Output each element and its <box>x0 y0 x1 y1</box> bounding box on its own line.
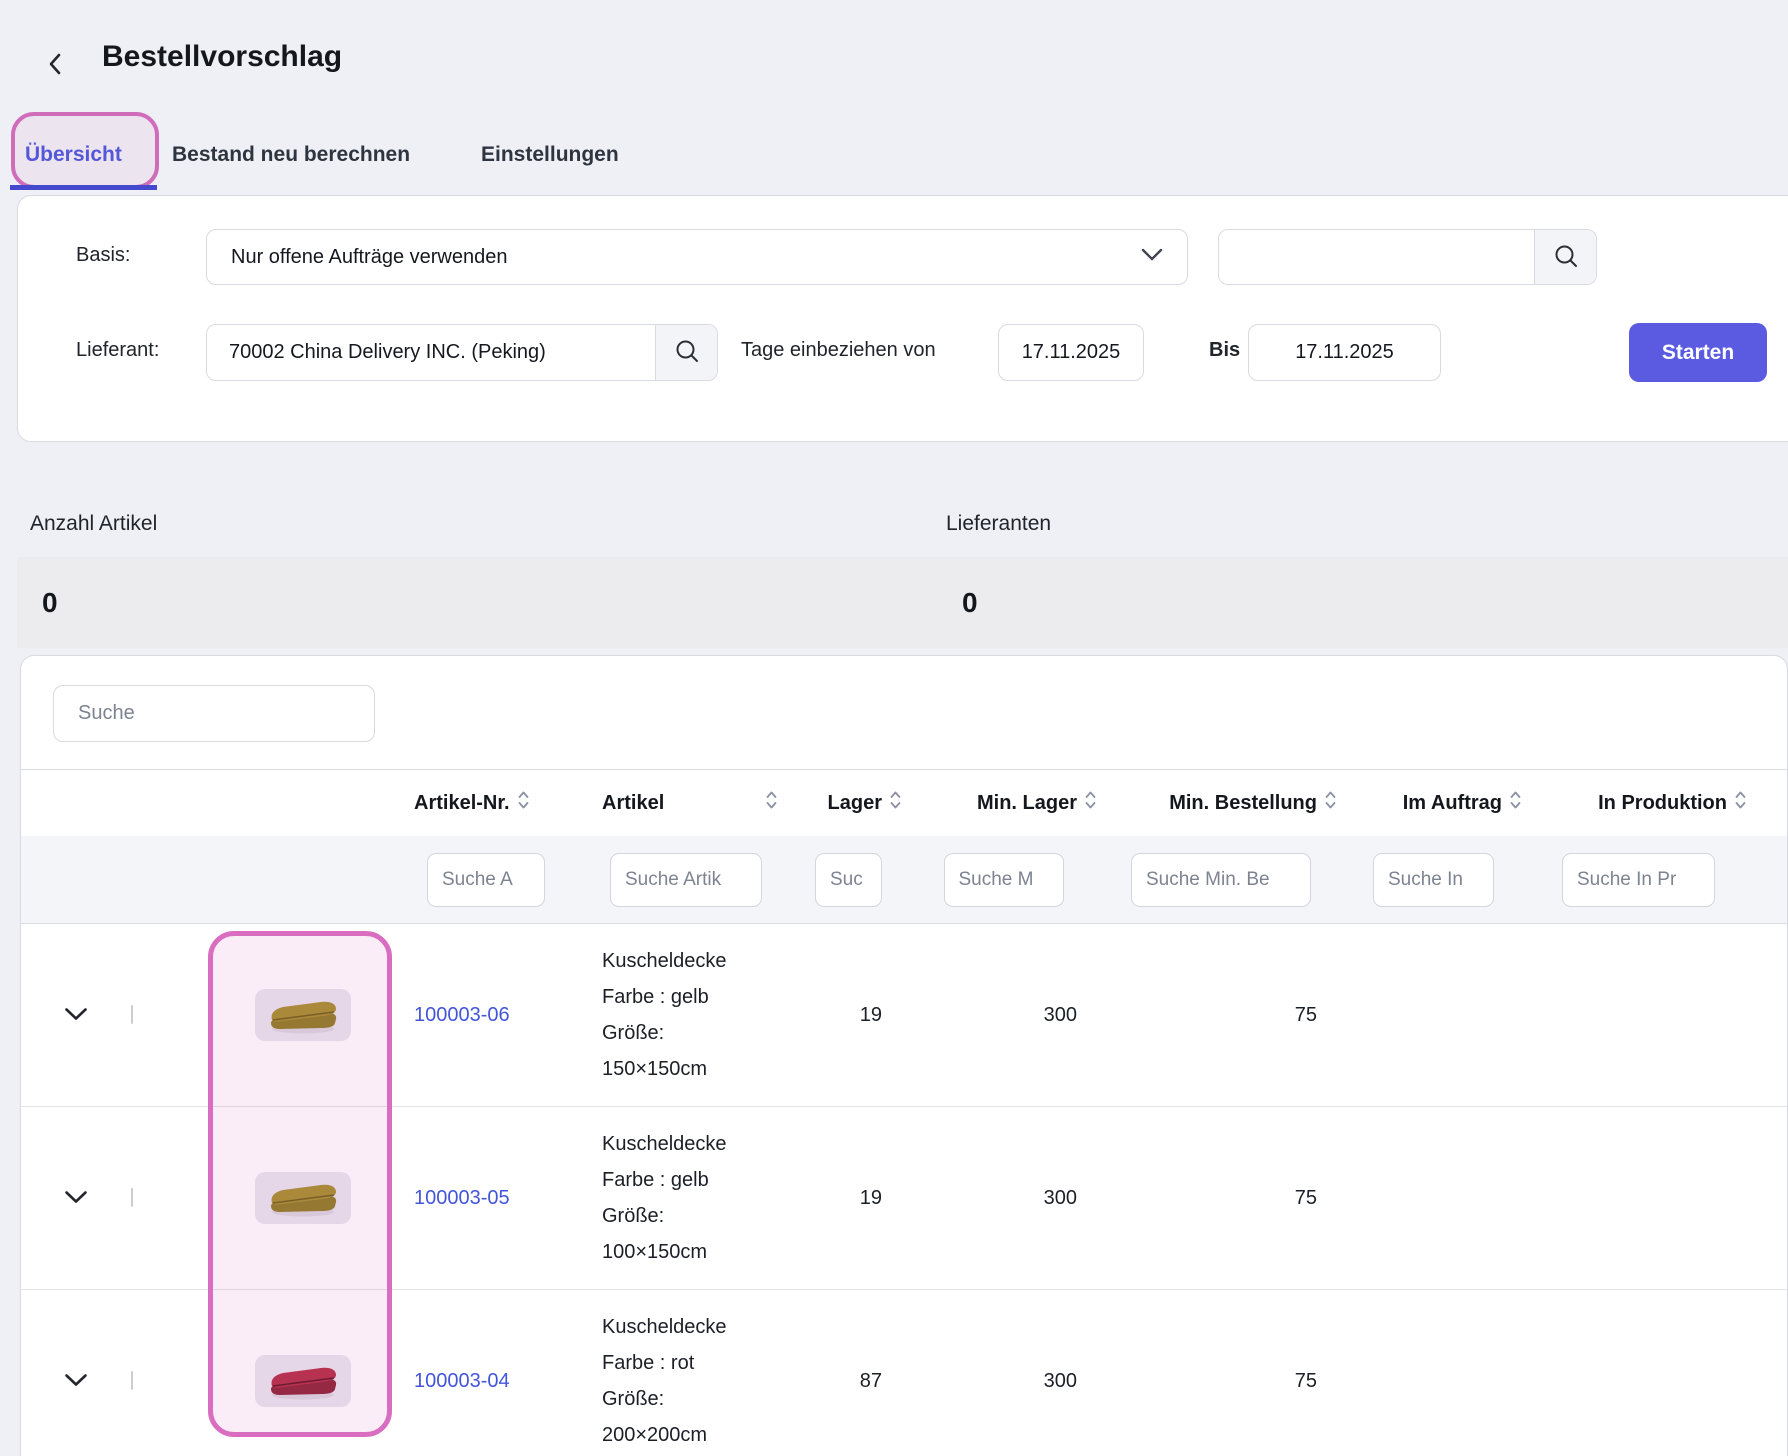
basis-search-button[interactable] <box>1534 230 1596 284</box>
filter-input-min-bestellung[interactable] <box>1131 853 1311 907</box>
min-bestellung-value: 75 <box>1101 1004 1341 1027</box>
table-row: 100003-05 Kuscheldecke Farbe : gelb Größ… <box>21 1107 1787 1290</box>
basis-search-group <box>1218 229 1597 285</box>
column-header-artikel-nr[interactable]: Artikel-Nr. <box>391 789 581 817</box>
lager-value: 87 <box>791 1370 906 1393</box>
column-header-lager[interactable]: Lager <box>791 789 906 817</box>
artikel-description: Kuscheldecke Farbe : rot Größe: 200×200c… <box>581 1309 791 1453</box>
tage-einbeziehen-label: Tage einbeziehen von <box>741 339 936 362</box>
article-table-panel: Artikel-Nr. Artikel Lager Min. Lager Min… <box>20 655 1788 1456</box>
von-date-input[interactable] <box>998 324 1144 381</box>
row-checkbox[interactable] <box>131 1188 133 1207</box>
product-image-red-blanket <box>255 1355 351 1407</box>
filter-input-min-lager[interactable] <box>944 853 1064 907</box>
table-filter-row <box>21 836 1787 924</box>
search-icon <box>1553 243 1579 272</box>
chevron-left-icon <box>48 52 62 79</box>
anzahl-artikel-value: 0 <box>42 557 58 648</box>
column-header-im-auftrag[interactable]: Im Auftrag <box>1341 789 1526 817</box>
chevron-down-icon <box>64 1373 88 1390</box>
lager-value: 19 <box>791 1187 906 1210</box>
bis-label: Bis <box>1209 339 1240 362</box>
column-header-min-lager[interactable]: Min. Lager <box>906 789 1101 817</box>
sort-icon[interactable] <box>1734 789 1747 817</box>
filter-panel: Basis: Nur offene Aufträge verwenden Lie… <box>17 195 1788 442</box>
tab-uebersicht[interactable]: Übersicht <box>25 143 122 167</box>
lieferanten-label: Lieferanten <box>946 512 1051 536</box>
column-header-artikel[interactable]: Artikel <box>581 789 791 817</box>
expand-row-button[interactable] <box>21 1373 131 1390</box>
filter-input-artikel-nr[interactable] <box>427 853 545 907</box>
row-checkbox[interactable] <box>131 1371 133 1390</box>
min-lager-value: 300 <box>906 1370 1101 1393</box>
min-bestellung-value: 75 <box>1101 1370 1341 1393</box>
table-row: 100003-04 Kuscheldecke Farbe : rot Größe… <box>21 1290 1787 1456</box>
artikel-nr-link[interactable]: 100003-04 <box>414 1363 514 1399</box>
table-body: 100003-06 Kuscheldecke Farbe : gelb Größ… <box>21 924 1787 1456</box>
chevron-down-icon <box>1141 248 1163 266</box>
expand-row-button[interactable] <box>21 1007 131 1024</box>
sort-icon[interactable] <box>765 789 778 817</box>
sort-icon[interactable] <box>1084 789 1097 817</box>
active-tab-underline <box>10 185 157 190</box>
filter-input-lager[interactable] <box>815 853 882 907</box>
sort-icon[interactable] <box>1324 789 1337 817</box>
starten-button[interactable]: Starten <box>1629 323 1767 382</box>
lager-value: 19 <box>791 1004 906 1027</box>
lieferant-search-group <box>206 324 718 381</box>
table-header-row: Artikel-Nr. Artikel Lager Min. Lager Min… <box>21 769 1787 836</box>
filter-input-im-auftrag[interactable] <box>1373 853 1494 907</box>
chevron-down-icon <box>64 1007 88 1024</box>
back-button[interactable] <box>38 48 72 82</box>
sort-icon[interactable] <box>517 789 530 817</box>
lieferanten-value: 0 <box>962 557 978 648</box>
expand-row-button[interactable] <box>21 1190 131 1207</box>
table-row: 100003-06 Kuscheldecke Farbe : gelb Größ… <box>21 924 1787 1107</box>
anzahl-artikel-label: Anzahl Artikel <box>30 512 157 536</box>
column-header-in-produktion[interactable]: In Produktion <box>1526 789 1751 817</box>
artikel-nr-link[interactable]: 100003-05 <box>414 1180 514 1216</box>
tab-bar: Übersicht Bestand neu berechnen Einstell… <box>0 128 1788 194</box>
artikel-description: Kuscheldecke Farbe : gelb Größe: 150×150… <box>581 943 791 1087</box>
chevron-down-icon <box>64 1190 88 1207</box>
min-lager-value: 300 <box>906 1187 1101 1210</box>
product-image-yellow-blanket <box>255 1172 351 1224</box>
sort-icon[interactable] <box>1509 789 1522 817</box>
basis-search-input[interactable] <box>1219 230 1534 284</box>
table-search-input[interactable] <box>53 685 375 742</box>
bestellvorschlag-page: Bestellvorschlag Übersicht Bestand neu b… <box>0 0 1788 1456</box>
lieferant-label: Lieferant: <box>76 339 159 362</box>
artikel-description: Kuscheldecke Farbe : gelb Größe: 100×150… <box>581 1126 791 1270</box>
column-header-min-bestellung[interactable]: Min. Bestellung <box>1101 789 1341 817</box>
filter-input-artikel[interactable] <box>610 853 762 907</box>
lieferant-input[interactable] <box>207 325 655 380</box>
search-icon <box>674 338 700 367</box>
min-lager-value: 300 <box>906 1004 1101 1027</box>
min-bestellung-value: 75 <box>1101 1187 1341 1210</box>
basis-select-value: Nur offene Aufträge verwenden <box>231 246 1141 269</box>
product-image-yellow-blanket <box>255 989 351 1041</box>
sort-icon[interactable] <box>889 789 902 817</box>
basis-select[interactable]: Nur offene Aufträge verwenden <box>206 229 1188 285</box>
basis-label: Basis: <box>76 244 130 267</box>
tab-einstellungen[interactable]: Einstellungen <box>481 143 619 167</box>
stats-band: 0 0 <box>17 557 1788 648</box>
page-title: Bestellvorschlag <box>102 40 342 74</box>
lieferant-search-button[interactable] <box>655 325 717 380</box>
tab-bestand-neu-berechnen[interactable]: Bestand neu berechnen <box>172 143 410 167</box>
bis-date-input[interactable] <box>1248 324 1441 381</box>
artikel-nr-link[interactable]: 100003-06 <box>414 997 514 1033</box>
row-checkbox[interactable] <box>131 1005 133 1024</box>
filter-input-in-produktion[interactable] <box>1562 853 1715 907</box>
